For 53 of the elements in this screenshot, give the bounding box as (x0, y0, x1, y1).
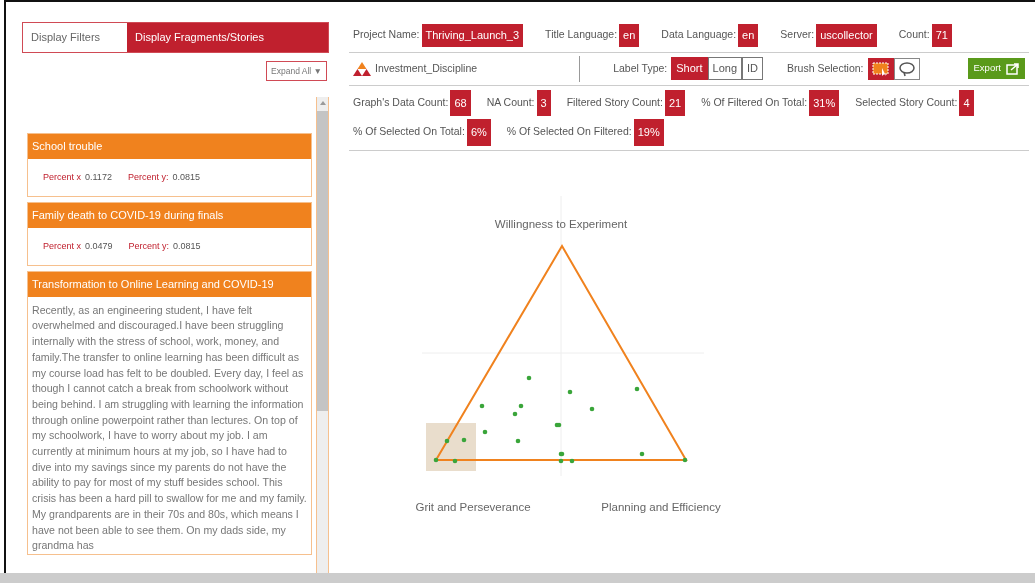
label-type-label: Label Type: (613, 60, 668, 76)
stat-label: % Of Selected On Filtered: (506, 124, 632, 140)
stat-value: 6% (466, 119, 491, 146)
percent-value: 0.1172 (85, 171, 112, 182)
lasso-select-button[interactable] (893, 57, 920, 80)
stat-label: NA Count: (486, 94, 535, 110)
expand-all-button[interactable]: Expand All ▼ (266, 60, 327, 82)
percent-value: 0.0815 (172, 171, 200, 182)
dataset-name: Investment_Discipline (375, 60, 478, 76)
percent-label: Percent x (43, 171, 82, 182)
stat-value: 19% (633, 119, 664, 146)
percent-value: 0.0815 (173, 240, 201, 251)
info-value: 71 (931, 24, 952, 47)
story-text: Recently, as an engineering student, I have felt overwhelmed and discouraged.I have been struggling internally with the stress of school, work, money, and family.The transfer to online learning has been difficult as my course load has felt to be doubled. Every day, I feel as though I cannot catch a break from schoolwork without being behind. I am struggling with learning the information through online powerpoint rather than lectures. On top of my schoolwork, I have to worry about my job. I am currently at minimum hours at my job, so I have had to dive into my savings since my parents do not have the ability to pay for most of my stuff besides school. This crisis has been a hard pill to swallow for me and my family. My grandparents are in their 70s and 80s, which means I have not been able to see them. On my dads side, my grandma has (31, 302, 308, 554)
percent-value: 0.0479 (85, 240, 113, 251)
stat-value: 68 (450, 89, 471, 116)
info-label: Title Language: (545, 27, 618, 43)
stat-value: 3 (536, 89, 551, 116)
percent-label: Percent y: (127, 171, 169, 182)
brush-selection-area[interactable] (426, 422, 476, 471)
stat-label: % Of Filtered On Total: (701, 94, 808, 110)
info-value: en (738, 24, 759, 47)
tab[interactable]: Display Fragments/Stories (127, 23, 328, 52)
stat-label: % Of Selected On Total: (353, 124, 465, 140)
info-value: en (619, 24, 640, 47)
axis-label: Grit and Perseverance (415, 500, 531, 513)
brush-label: Brush Selection: (787, 60, 864, 76)
percent-label: Percent x (43, 240, 82, 251)
label-type-option[interactable]: ID (742, 57, 764, 80)
info-label: Count: (898, 27, 930, 43)
data-points[interactable] (433, 375, 688, 463)
scrollbar[interactable] (0, 573, 1035, 583)
export-button[interactable]: Export (967, 58, 1025, 79)
rectangle-select-button[interactable] (867, 57, 894, 80)
info-label: Data Language: (661, 27, 737, 43)
stat-label: Filtered Story Count: (566, 94, 663, 110)
info-value: uscollector (816, 24, 877, 47)
axis-label: Planning and Efficiency (601, 500, 721, 513)
axis-label: Willingness to Experiment (494, 217, 628, 230)
export-icon (1006, 62, 1019, 75)
info-label: Server: (780, 27, 815, 43)
info-value: Thriving_Launch_3 (421, 24, 524, 47)
stat-value: 4 (959, 89, 974, 116)
stat-label: Selected Story Count: (855, 94, 958, 110)
label-type-option[interactable]: Long (707, 57, 743, 80)
stat-label: Graph's Data Count: (353, 94, 449, 110)
percent-label: Percent y: (128, 240, 170, 251)
stat-value: 31% (809, 89, 840, 116)
scrollbar[interactable] (316, 97, 329, 573)
label-type-option[interactable]: Short (671, 57, 708, 80)
triangle-icon (353, 61, 371, 76)
info-label: Project Name: (353, 27, 420, 43)
stat-value: 21 (664, 89, 686, 116)
